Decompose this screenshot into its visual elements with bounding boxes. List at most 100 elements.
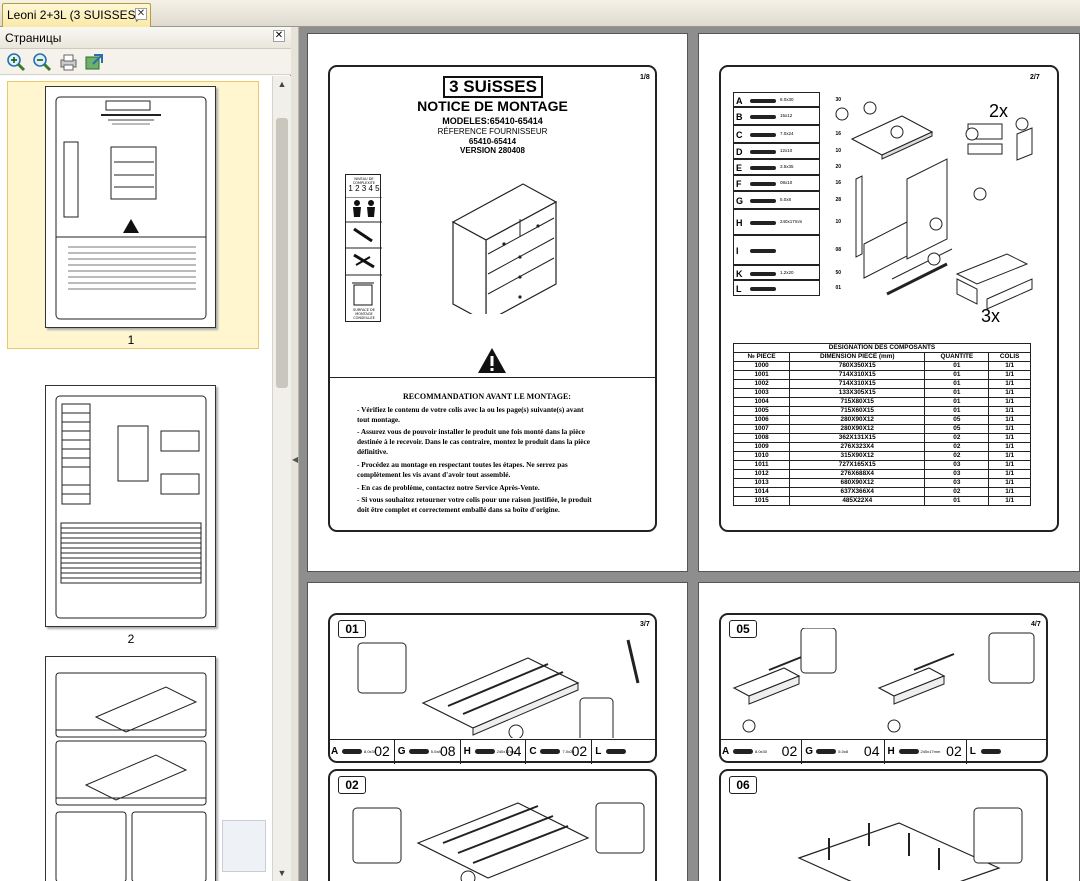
part-dimension: 12x10 (780, 148, 793, 153)
page-number: 3/7 (640, 621, 650, 628)
table-cell: 1006 (732, 415, 791, 425)
table-cell: 680X90X12 (789, 478, 926, 488)
table-cell: 1005 (732, 406, 791, 416)
pages-panel: Страницы ✕ 1 2 ▲ ▼ (0, 27, 291, 881)
table-cell: 1/1 (988, 478, 1031, 488)
info-column: NIVEAU DE COMPLEXITE 1 2 3 4 5 SURFACE D… (345, 174, 382, 322)
close-icon[interactable]: ✕ (273, 30, 285, 42)
bar-quantity: 04 (863, 743, 880, 759)
table-cell: 1010 (732, 451, 791, 461)
bar-cell: G 5.0x8 08 (393, 740, 460, 764)
part-row: G 5.0x8 28 (733, 191, 841, 209)
thumbnail-page-2[interactable] (45, 385, 216, 627)
step-2-diagram (352, 802, 645, 881)
print-icon[interactable] (58, 52, 78, 72)
tools-icons (346, 197, 382, 306)
page-2: 2/7 A8.0x3030B15x1210C7.0x2416D12x1010E3… (698, 33, 1080, 572)
part-letter: B (736, 112, 743, 122)
page-number: 1/8 (640, 74, 650, 81)
panel-title: Страницы (5, 31, 62, 45)
table-cell: 1/1 (988, 361, 1031, 371)
table-row: 1011 727X165X15 03 1/1 (732, 460, 1031, 470)
table-cell: 1/1 (988, 460, 1031, 470)
table-cell: 315X90X12 (789, 451, 926, 461)
part-letter: F (736, 179, 742, 189)
step-5-diagram (732, 628, 1035, 733)
scroll-down-icon[interactable]: ▼ (273, 865, 291, 881)
step-number: 06 (729, 776, 757, 794)
multiplier-top: 2x (989, 101, 1009, 121)
divider (328, 377, 657, 378)
step-number: 02 (338, 776, 366, 794)
table-cell: 1/1 (988, 406, 1031, 416)
part-row: D 12x10 10 (733, 143, 841, 159)
table-cell: 1/1 (988, 388, 1031, 398)
ref-label: RÉFERENCE FOURNISSEUR (437, 127, 548, 136)
models: MODELES:65410-65414 (442, 116, 543, 126)
table-cell: 1001 (732, 370, 791, 380)
part-icon (750, 287, 776, 291)
collapse-icon[interactable]: ◀ (292, 455, 298, 464)
part-row: E 3.5x35 20 (733, 159, 841, 175)
part-icon (750, 150, 776, 154)
close-icon[interactable]: ✕ (135, 8, 147, 20)
thumbnail-page-3[interactable] (45, 656, 216, 881)
page-3: 3/7 01 02 A 8.0x30 02 G 5.0x8 08 H 240x17mm 04 C 7… (307, 582, 688, 881)
bar-quantity: 02 (374, 743, 390, 759)
page-thumbnails: 1 2 (0, 76, 272, 881)
table-cell: 133X305X15 (789, 388, 926, 398)
document-tab[interactable]: Leoni 2+3L (3 SUISSES) ✕ (2, 3, 151, 27)
part-icon (750, 249, 776, 253)
page-4: 4/7 05 06 A 8.0x30 02 G 5.0x8 04 H 240x17mm 02 L (698, 582, 1080, 881)
zoom-in-icon[interactable] (6, 52, 26, 72)
bar-quantity: 02 (571, 743, 588, 759)
table-row: 1001 714X310X15 01 1/1 (732, 370, 1031, 380)
table-row: 1014 637X366X4 02 1/1 (732, 487, 1031, 497)
panel-splitter[interactable]: ◀ (291, 27, 299, 881)
bar-letter: A (331, 746, 339, 757)
part-dimension: 15x12 (780, 113, 793, 118)
exploded-diagram (835, 101, 1033, 310)
table-cell: 714X310X15 (789, 379, 926, 389)
part-letter: A (736, 95, 743, 106)
table-cell: 1/1 (988, 442, 1031, 452)
table-header: № PIECE (732, 352, 791, 362)
thumbnails-scrollbar[interactable]: ▲ ▼ (272, 76, 291, 881)
thumbnail-number: 1 (127, 333, 135, 347)
warning-icon (478, 348, 506, 373)
table-cell: 1013 (732, 478, 791, 488)
bar-letter: G (397, 746, 406, 757)
table-cell: 03 (924, 460, 990, 470)
zoom-out-icon[interactable] (32, 52, 52, 72)
bar-dimension: 8.0x30 (755, 749, 768, 754)
part-dimension: 7.0x24 (780, 131, 794, 136)
table-cell: 03 (924, 469, 990, 479)
table-cell: 714X310X15 (789, 370, 926, 380)
table-cell: 01 (924, 370, 990, 380)
table-cell: 1011 (732, 460, 791, 470)
table-cell: 1014 (732, 487, 791, 497)
part-letter: D (736, 147, 743, 157)
table-cell: 1008 (732, 433, 791, 443)
bar-quantity: 02 (946, 743, 962, 759)
scrollbar-thumb[interactable] (276, 118, 288, 388)
table-row: 1005 715X60X15 01 1/1 (732, 406, 1031, 416)
pages-panel-header: Страницы ✕ (0, 27, 291, 49)
document-view[interactable]: 1/8 3 SUiSSES NOTICE DE MONTAGE MODELES:… (299, 27, 1080, 881)
thumbnail-1-preview (55, 96, 207, 320)
table-row: 1004 715X80X15 01 1/1 (732, 397, 1031, 407)
page-title: NOTICE DE MONTAGE (417, 98, 568, 114)
rec-line: - Vérifiez le contenu de votre colis ave… (357, 405, 584, 414)
scroll-up-icon[interactable]: ▲ (273, 76, 291, 92)
bar-letter: H (463, 746, 471, 757)
part-row: A 8.0x30 30 (733, 92, 841, 107)
table-cell: 1/1 (988, 433, 1031, 443)
part-icon (408, 749, 429, 754)
bar-dimension: 240x17mm (920, 749, 941, 754)
thumbnail-page-1[interactable] (45, 86, 216, 328)
part-row: I 08 (733, 235, 841, 265)
table-row: 1006 280X90X12 05 1/1 (732, 415, 1031, 425)
table-row: 1010 315X90X12 02 1/1 (732, 451, 1031, 461)
export-icon[interactable] (84, 52, 104, 72)
part-letter: G (736, 196, 744, 206)
